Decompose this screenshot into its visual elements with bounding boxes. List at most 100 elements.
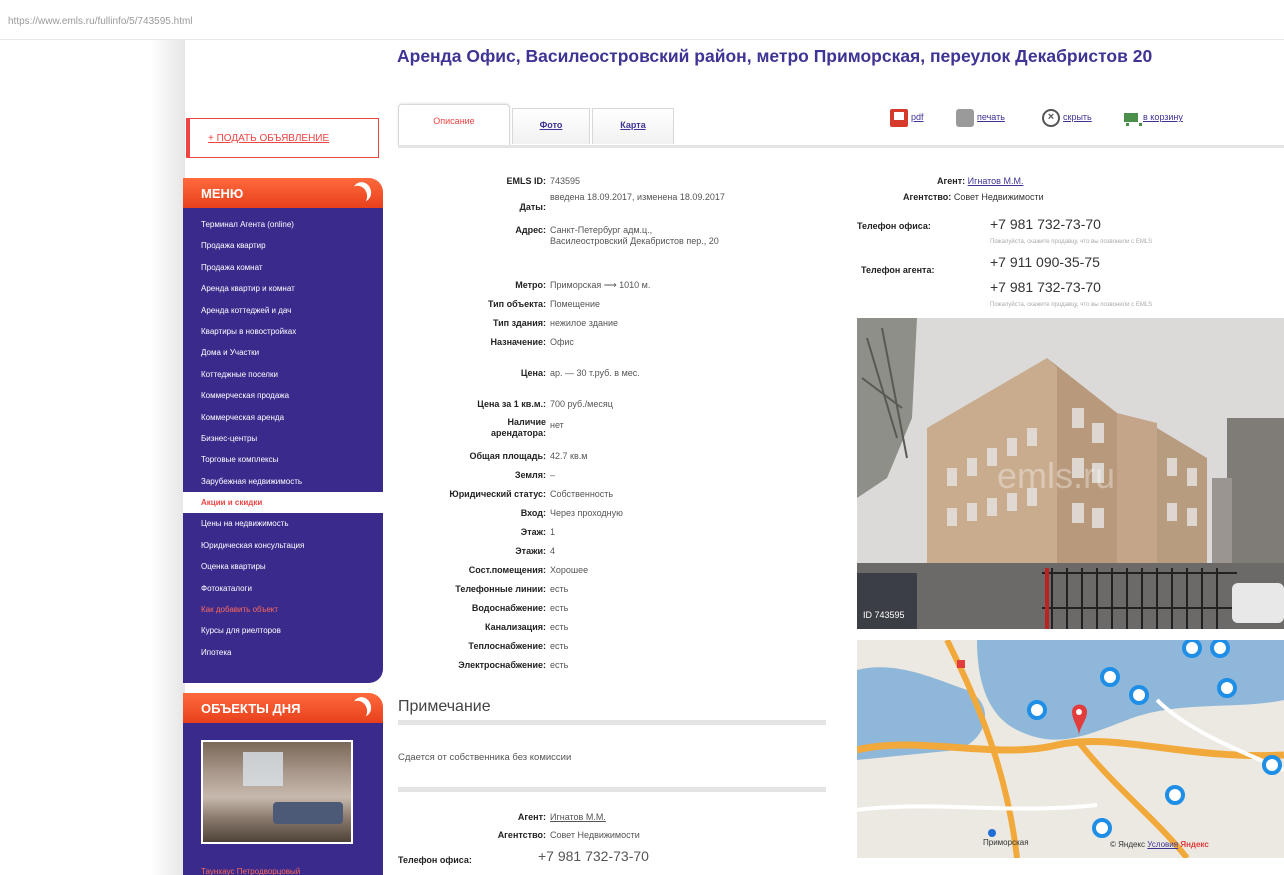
agency-label: Агентство: xyxy=(903,192,952,202)
detail-value: есть xyxy=(550,622,569,632)
cart-icon xyxy=(1122,109,1142,127)
tab-description[interactable]: Описание xyxy=(398,104,510,146)
property-photo[interactable]: emls.ru ID 743595 xyxy=(857,318,1284,629)
office-phone-label-row: Телефон офиса: xyxy=(857,221,931,231)
menu-item[interactable]: Продажа квартир xyxy=(183,235,383,256)
location-map[interactable]: Приморская © Яндекс Условия Яндекс xyxy=(857,640,1284,858)
detail-value: ар. — 30 т.руб. в мес. xyxy=(550,368,640,378)
menu-item[interactable]: Аренда коттеджей и дач xyxy=(183,300,383,321)
phone-note: Пожалуйста, скажите продавцу, что вы поз… xyxy=(990,298,1152,308)
note-heading: Примечание xyxy=(398,698,491,715)
detail-value: нежилое здание xyxy=(550,318,618,328)
menu-item[interactable]: Бизнес-центры xyxy=(183,428,383,449)
detail-key: Даты: xyxy=(519,202,546,212)
objects-of-day-header: ОБЪЕКТЫ ДНЯ xyxy=(183,693,383,723)
hide-action[interactable]: × скрыть xyxy=(1042,108,1092,130)
post-ad-box[interactable]: + ПОДАТЬ ОБЪЯВЛЕНИЕ xyxy=(186,118,379,158)
detail-key: Вход: xyxy=(520,508,546,518)
detail-value: Через проходную xyxy=(550,508,623,518)
office-phone-label: Телефон офиса: xyxy=(398,855,472,865)
menu-item-promotions[interactable]: Акции и скидки xyxy=(183,492,383,514)
photo-sofa xyxy=(273,802,343,824)
agent-phone[interactable]: +7 981 732-73-70 xyxy=(990,279,1101,295)
print-icon xyxy=(956,108,974,127)
address-bar[interactable]: https://www.emls.ru/fullinfo/5/743595.ht… xyxy=(0,0,1284,40)
agent-link[interactable]: Игнатов М.М. xyxy=(968,176,1024,186)
office-phone[interactable]: +7 981 732-73-70 xyxy=(990,216,1101,232)
detail-value: есть xyxy=(550,641,569,651)
detail-value: 700 руб./месяц xyxy=(550,399,613,409)
menu-item[interactable]: Терминал Агента (online) xyxy=(183,214,383,235)
office-phone[interactable]: +7 981 732-73-70 xyxy=(538,849,778,863)
menu-item[interactable]: Цены на недвижимость xyxy=(183,513,383,534)
metro-station-label: Приморская xyxy=(983,838,1029,847)
cart-action[interactable]: в корзину xyxy=(1122,108,1183,130)
menu-item[interactable]: Зарубежная недвижимость xyxy=(183,471,383,492)
menu-item[interactable]: Аренда квартир и комнат xyxy=(183,278,383,299)
menu-item[interactable]: Торговые комплексы xyxy=(183,449,383,470)
phone-note-text: Пожалуйста, скажите продавцу, что вы поз… xyxy=(990,302,1153,308)
detail-key: Сост.помещения: xyxy=(468,565,546,575)
terms-link[interactable]: Условия xyxy=(1147,840,1178,849)
menu-item[interactable]: Коммерческая продажа xyxy=(183,385,383,406)
menu-item-add-object[interactable]: Как добавить объект xyxy=(183,599,383,620)
detail-key: Теплоснабжение: xyxy=(468,641,546,651)
detail-key: Телефонные линии: xyxy=(455,584,546,594)
detail-key: Канализация: xyxy=(485,622,546,632)
detail-value: Собственность xyxy=(550,489,614,499)
pdf-label: pdf xyxy=(911,112,924,122)
menu-title: МЕНЮ xyxy=(201,186,244,201)
objects-of-day-title: ОБЪЕКТЫ ДНЯ xyxy=(201,701,301,716)
menu-item[interactable]: Коммерческая аренда xyxy=(183,407,383,428)
objects-of-day: Таунхаус Петродворцовый xyxy=(183,723,383,875)
moon-icon xyxy=(350,180,374,205)
agent-link[interactable]: Игнатов М.М. xyxy=(550,812,790,823)
tab-photo[interactable]: Фото xyxy=(512,108,590,144)
page-title: Аренда Офис, Василеостровский район, мет… xyxy=(397,46,1153,66)
menu-item[interactable]: Фотокаталоги xyxy=(183,578,383,599)
detail-value: Санкт-Петербург адм.ц., Василеостровский… xyxy=(550,225,719,246)
detail-key: Земля: xyxy=(514,470,546,480)
detail-key: Общая площадь: xyxy=(469,451,546,461)
detail-value: введена 18.09.2017, изменена 18.09.2017 xyxy=(550,192,725,202)
tab-map[interactable]: Карта xyxy=(592,108,674,144)
detail-key: Адрес: xyxy=(515,225,546,235)
phone-note: Пожалуйста, скажите продавцу, что вы поз… xyxy=(990,235,1152,245)
detail-key: Цена: xyxy=(520,368,546,378)
post-ad-link[interactable]: + ПОДАТЬ ОБЪЯВЛЕНИЕ xyxy=(208,133,329,144)
photo-id-label: ID 743595 xyxy=(863,610,905,620)
menu-item[interactable]: Коттеджные поселки xyxy=(183,364,383,385)
close-circle-icon: × xyxy=(1042,108,1060,127)
map-brand: Яндекс xyxy=(1180,840,1209,849)
menu-item[interactable]: Ипотека xyxy=(183,642,383,663)
map-canvas xyxy=(857,640,1284,858)
detail-key: Юридический статус: xyxy=(449,489,546,499)
url-text[interactable]: https://www.emls.ru/fullinfo/5/743595.ht… xyxy=(8,16,193,27)
menu-item[interactable]: Оценка квартиры xyxy=(183,556,383,577)
menu-item[interactable]: Продажа комнат xyxy=(183,257,383,278)
detail-value: Офис xyxy=(550,337,574,347)
divider xyxy=(398,787,826,792)
moon-icon xyxy=(350,695,374,720)
detail-value: 4 xyxy=(550,546,556,556)
object-of-day-photo[interactable] xyxy=(201,740,353,844)
print-action[interactable]: печать xyxy=(956,108,1005,130)
menu-item[interactable]: Курсы для риелторов xyxy=(183,620,383,641)
detail-key: Водоснабжение: xyxy=(471,603,546,613)
detail-key: Тип объекта: xyxy=(487,299,546,309)
agent-row: Агент: Игнатов М.М. xyxy=(937,176,1023,186)
menu-item[interactable]: Дома и Участки xyxy=(183,342,383,363)
detail-value: есть xyxy=(550,584,569,594)
agent-phone[interactable]: +7 911 090-35-75 xyxy=(990,254,1100,270)
menu-item[interactable]: Квартиры в новостройках xyxy=(183,321,383,342)
menu-header: МЕНЮ xyxy=(183,178,383,208)
photo-window xyxy=(243,752,283,786)
detail-key: EMLS ID: xyxy=(506,176,547,186)
menu-item[interactable]: Юридическая консультация xyxy=(183,535,383,556)
pdf-action[interactable]: pdf xyxy=(890,108,924,130)
agency-name: Совет Недвижимости xyxy=(953,192,1044,202)
detail-key: Цена за 1 кв.м.: xyxy=(477,399,546,409)
detail-value: нет xyxy=(550,420,564,430)
detail-value: 42.7 кв.м xyxy=(550,451,588,461)
object-of-day-link[interactable]: Таунхаус Петродворцовый xyxy=(201,867,300,875)
